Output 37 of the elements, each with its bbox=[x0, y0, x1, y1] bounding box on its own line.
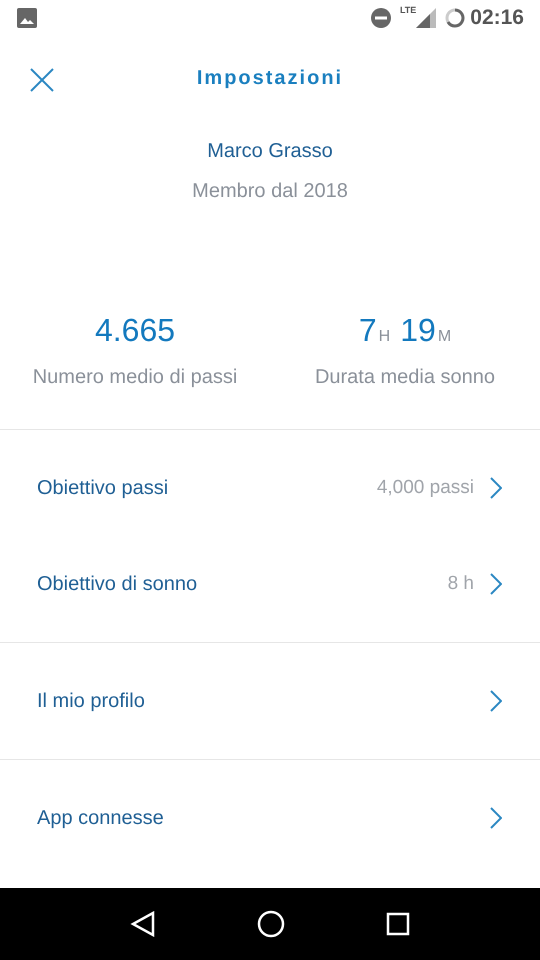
clock: 02:16 bbox=[470, 5, 524, 32]
back-icon bbox=[130, 911, 156, 937]
row-value: 8 h bbox=[448, 572, 474, 596]
home-button[interactable] bbox=[256, 910, 285, 938]
row-label: App connesse bbox=[37, 806, 165, 831]
stat-value: 19 bbox=[400, 311, 436, 350]
stat-unit: H bbox=[378, 327, 390, 347]
stat-value: 4.665 bbox=[94, 311, 176, 350]
row-label: Obiettivo di sonno bbox=[37, 572, 198, 597]
row-value: 4,000 passi bbox=[376, 476, 474, 500]
close-icon bbox=[30, 68, 54, 92]
stat-label: Durata media sonno bbox=[314, 365, 496, 390]
network-type: LTE bbox=[400, 4, 416, 17]
settings-row[interactable]: App connesse bbox=[0, 770, 540, 866]
chevron-right-icon bbox=[490, 477, 502, 499]
image-icon bbox=[16, 7, 38, 29]
settings-row[interactable]: Obiettivo di sonno 8 h bbox=[0, 536, 540, 632]
battery-ring-icon bbox=[444, 7, 466, 29]
member-since: Membro dal 2018 bbox=[192, 179, 348, 204]
chevron-right-icon bbox=[490, 573, 502, 595]
home-icon bbox=[256, 910, 285, 938]
do-not-disturb-icon bbox=[370, 7, 392, 29]
stat-value: 7 bbox=[358, 311, 377, 350]
user-name: Marco Grasso bbox=[207, 139, 333, 164]
row-label: Obiettivo passi bbox=[37, 476, 170, 501]
chevron-right-icon bbox=[490, 807, 502, 829]
recents-icon bbox=[386, 912, 410, 936]
row-label: Il mio profilo bbox=[37, 689, 146, 714]
chevron-right-icon bbox=[490, 690, 502, 712]
stat-label: Numero medio di passi bbox=[32, 365, 238, 390]
settings-row[interactable]: Il mio profilo bbox=[0, 653, 540, 749]
recents-button[interactable] bbox=[386, 912, 410, 936]
stat-unit: M bbox=[438, 327, 452, 347]
signal-icon bbox=[416, 8, 436, 28]
page-title: Impostazioni bbox=[196, 66, 344, 91]
settings-row[interactable]: Obiettivo passi 4,000 passi bbox=[0, 440, 540, 536]
back-button[interactable] bbox=[130, 911, 156, 937]
